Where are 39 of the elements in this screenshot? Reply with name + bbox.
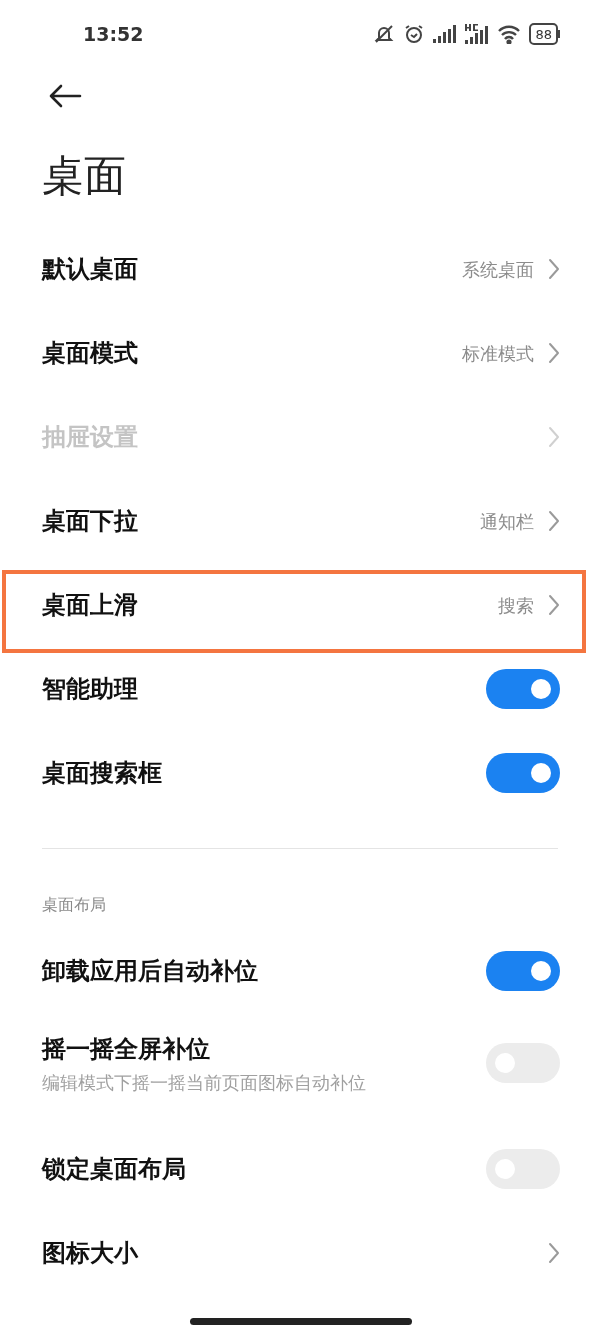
setting-label: 桌面下拉 [42,506,138,537]
setting-row[interactable]: 桌面上滑 搜索 [0,563,600,647]
setting-row[interactable]: 桌面下拉 通知栏 [0,479,600,563]
battery-icon: 88 [529,23,560,45]
setting-description: 编辑模式下摇一摇当前页面图标自动补位 [42,1070,366,1095]
status-time: 13:52 [83,21,144,47]
setting-label: 卸载应用后自动补位 [42,956,258,987]
setting-value: 系统桌面 [462,257,534,282]
setting-row[interactable]: 默认桌面 系统桌面 [0,227,600,311]
chevron-icon [548,594,560,616]
setting-label: 锁定桌面布局 [42,1154,186,1185]
setting-value: 标准模式 [462,341,534,366]
section-header: 桌面布局 [42,894,106,916]
signal-icon [433,25,458,43]
toggle-switch[interactable] [486,753,560,793]
setting-label: 智能助理 [42,674,138,705]
wifi-icon [497,24,522,44]
setting-row[interactable]: 图标大小 [0,1211,600,1295]
setting-row[interactable]: 桌面模式 标准模式 [0,311,600,395]
setting-label: 桌面上滑 [42,590,138,621]
hd-signal-icon [465,24,490,44]
setting-value: 通知栏 [480,509,534,534]
page-title: 桌面 [42,150,126,202]
setting-label: 桌面搜索框 [42,758,162,789]
back-button[interactable] [48,83,82,109]
mute-bell-icon [373,23,396,45]
toggle-switch[interactable] [486,669,560,709]
setting-value: 搜索 [498,593,534,618]
chevron-icon [548,426,560,448]
setting-label: 桌面模式 [42,338,138,369]
toggle-switch[interactable] [486,951,560,991]
chevron-icon [548,342,560,364]
chevron-icon [548,258,560,280]
chevron-icon [548,510,560,532]
setting-label: 摇一摇全屏补位 [42,1033,211,1065]
setting-label: 图标大小 [42,1238,138,1269]
setting-label: 默认桌面 [42,254,138,285]
chevron-icon [548,1242,560,1264]
setting-label: 抽屉设置 [42,422,138,453]
